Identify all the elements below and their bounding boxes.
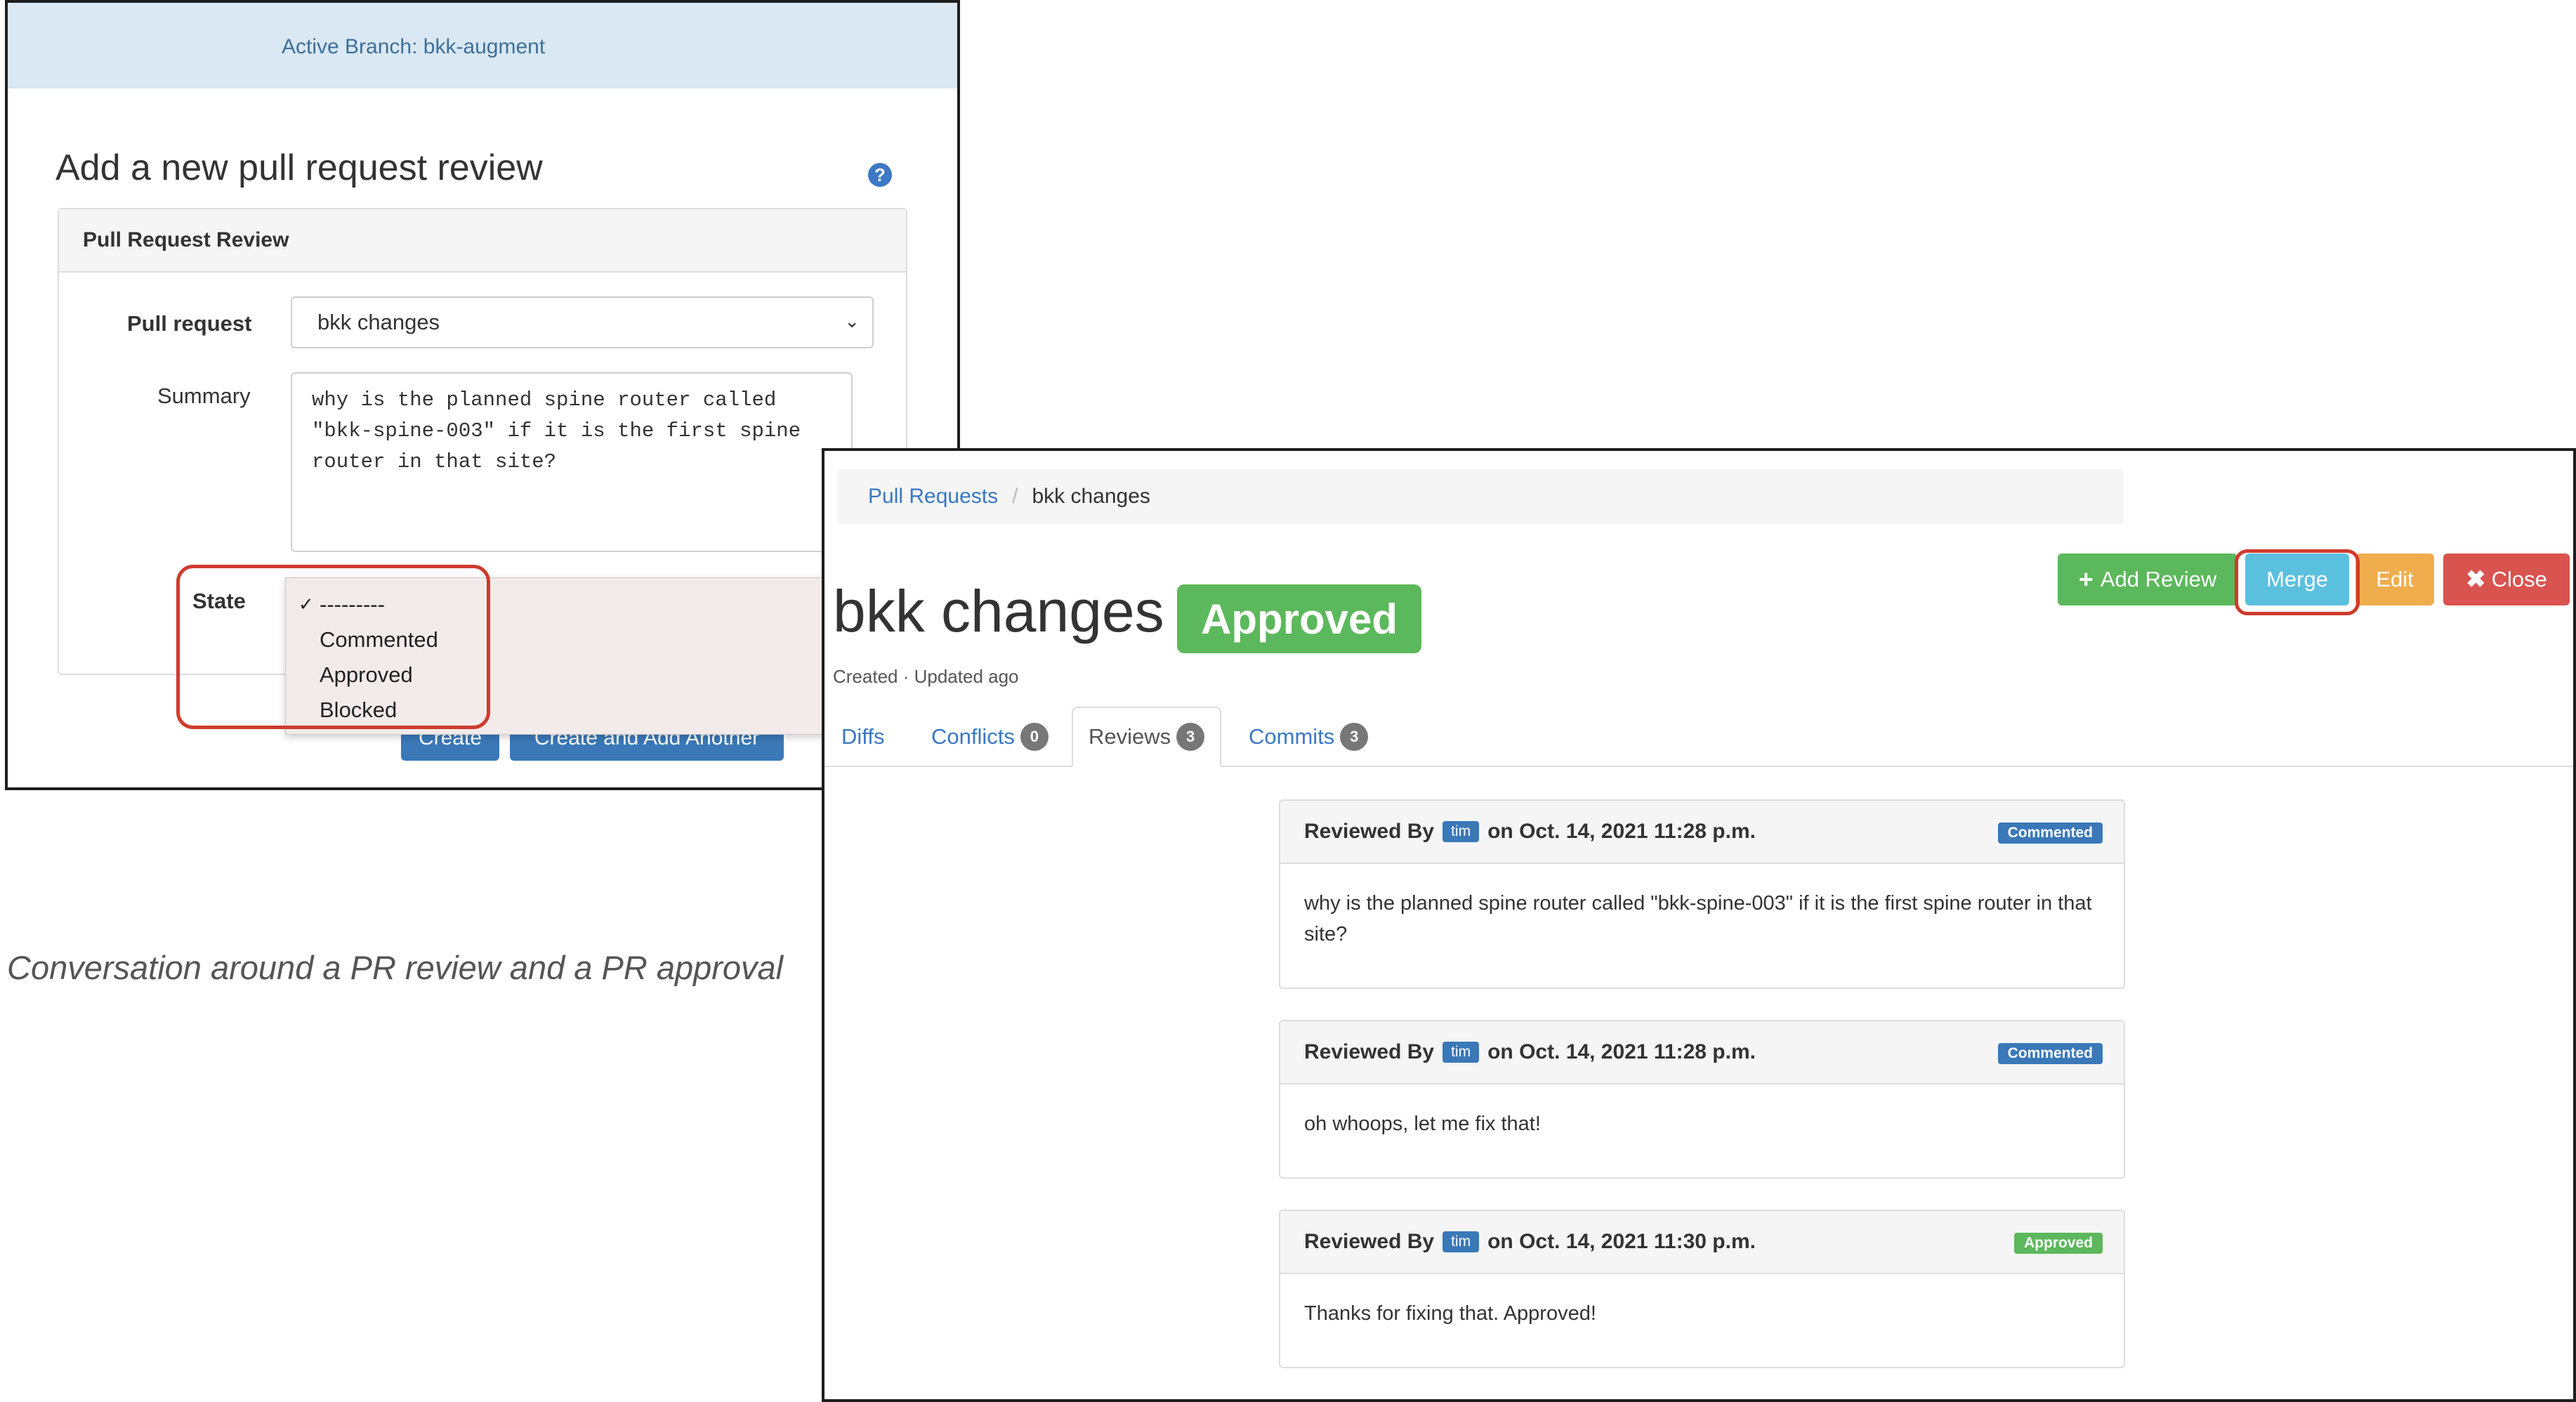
reviewer-tag[interactable]: tim [1443,1231,1480,1252]
review-state-badge: Commented [1997,823,2103,844]
tab-count-badge: 0 [1020,723,1049,751]
pull-request-detail-screenshot: Pull Requests / bkk changes bkk changes … [822,448,2576,1402]
breadcrumb-current: bkk changes [1032,485,1150,508]
page-title: Add a new pull request review [55,148,543,188]
review-date: on Oct. 14, 2021 11:28 p.m. [1487,820,1756,843]
tab-label: Diffs [841,724,885,749]
tab-count-badge: 3 [1176,723,1205,751]
review-header: Reviewed By tim on Oct. 14, 2021 11:28 p… [1280,1021,2124,1085]
close-button[interactable]: ✖ Close [2443,553,2570,605]
tab-label: Conflicts [931,724,1015,749]
review-body: oh whoops, let me fix that! [1304,1113,1541,1135]
plus-icon: + [2078,565,2094,594]
tab-label: Reviews [1089,724,1171,749]
panel-title: Pull Request Review [59,209,906,273]
pull-request-title: bkk changes [833,578,1164,644]
reviewed-by-label: Reviewed By [1304,820,1435,843]
review-header: Reviewed By tim on Oct. 14, 2021 11:28 p… [1280,801,2124,864]
tab-conflicts[interactable]: Conflicts 0 [931,707,1049,767]
breadcrumb: Pull Requests / bkk changes [837,469,2124,524]
pr-tabs: Diffs Conflicts 0 Reviews 3 Commits 3 [824,707,2573,767]
reviewed-by-label: Reviewed By [1304,1230,1435,1253]
merge-highlight-box [2235,549,2360,615]
pull-request-select[interactable]: bkk changes ⌄ [291,296,874,348]
review-date: on Oct. 14, 2021 11:28 p.m. [1487,1040,1756,1063]
tab-reviews[interactable]: Reviews 3 [1072,707,1222,767]
tab-diffs[interactable]: Diffs [841,707,884,767]
chevron-down-icon: ⌄ [844,310,860,332]
reviewer-tag[interactable]: tim [1443,821,1480,842]
summary-label: Summary [157,384,251,408]
edit-button[interactable]: Edit [2355,553,2434,605]
breadcrumb-pull-requests-link[interactable]: Pull Requests [868,485,998,509]
pull-request-label: Pull request [127,311,252,336]
add-review-screenshot: Active Branch: bkk-augment Add a new pul… [5,0,960,790]
summary-textarea[interactable]: why is the planned spine router called "… [291,372,853,552]
review-card: Reviewed By tim on Oct. 14, 2021 11:28 p… [1279,799,2125,989]
add-review-label: Add Review [2100,567,2217,591]
active-branch-bar: Active Branch: bkk-augment [8,3,957,89]
status-badge: Approved [1177,584,1422,653]
review-body: Thanks for fixing that. Approved! [1304,1302,1596,1325]
review-body: why is the planned spine router called "… [1304,892,2092,945]
add-review-button[interactable]: + Add Review [2058,553,2237,605]
figure-caption: Conversation around a PR review and a PR… [7,949,784,986]
reviewed-by-label: Reviewed By [1304,1040,1435,1063]
tab-label: Commits [1249,724,1335,749]
close-label: Close [2491,567,2547,591]
review-state-badge: Commented [1997,1043,2103,1064]
question-circle-icon[interactable]: ? [868,163,892,187]
tab-commits[interactable]: Commits 3 [1249,707,1369,767]
review-card: Reviewed By tim on Oct. 14, 2021 11:30 p… [1279,1210,2125,1368]
pull-request-value: bkk changes [317,310,440,334]
state-highlight-box [176,565,490,729]
reviewer-tag[interactable]: tim [1443,1042,1480,1063]
review-header: Reviewed By tim on Oct. 14, 2021 11:30 p… [1280,1211,2124,1274]
breadcrumb-separator: / [1012,485,1018,508]
review-state-badge: Approved [2013,1233,2103,1254]
active-branch-text: Active Branch: bkk-augment [282,35,546,58]
tab-count-badge: 3 [1340,723,1369,751]
review-card: Reviewed By tim on Oct. 14, 2021 11:28 p… [1279,1020,2125,1179]
close-icon: ✖ [2466,566,2486,593]
created-updated-meta: Created · Updated ago [833,666,1019,687]
review-date: on Oct. 14, 2021 11:30 p.m. [1487,1230,1756,1253]
